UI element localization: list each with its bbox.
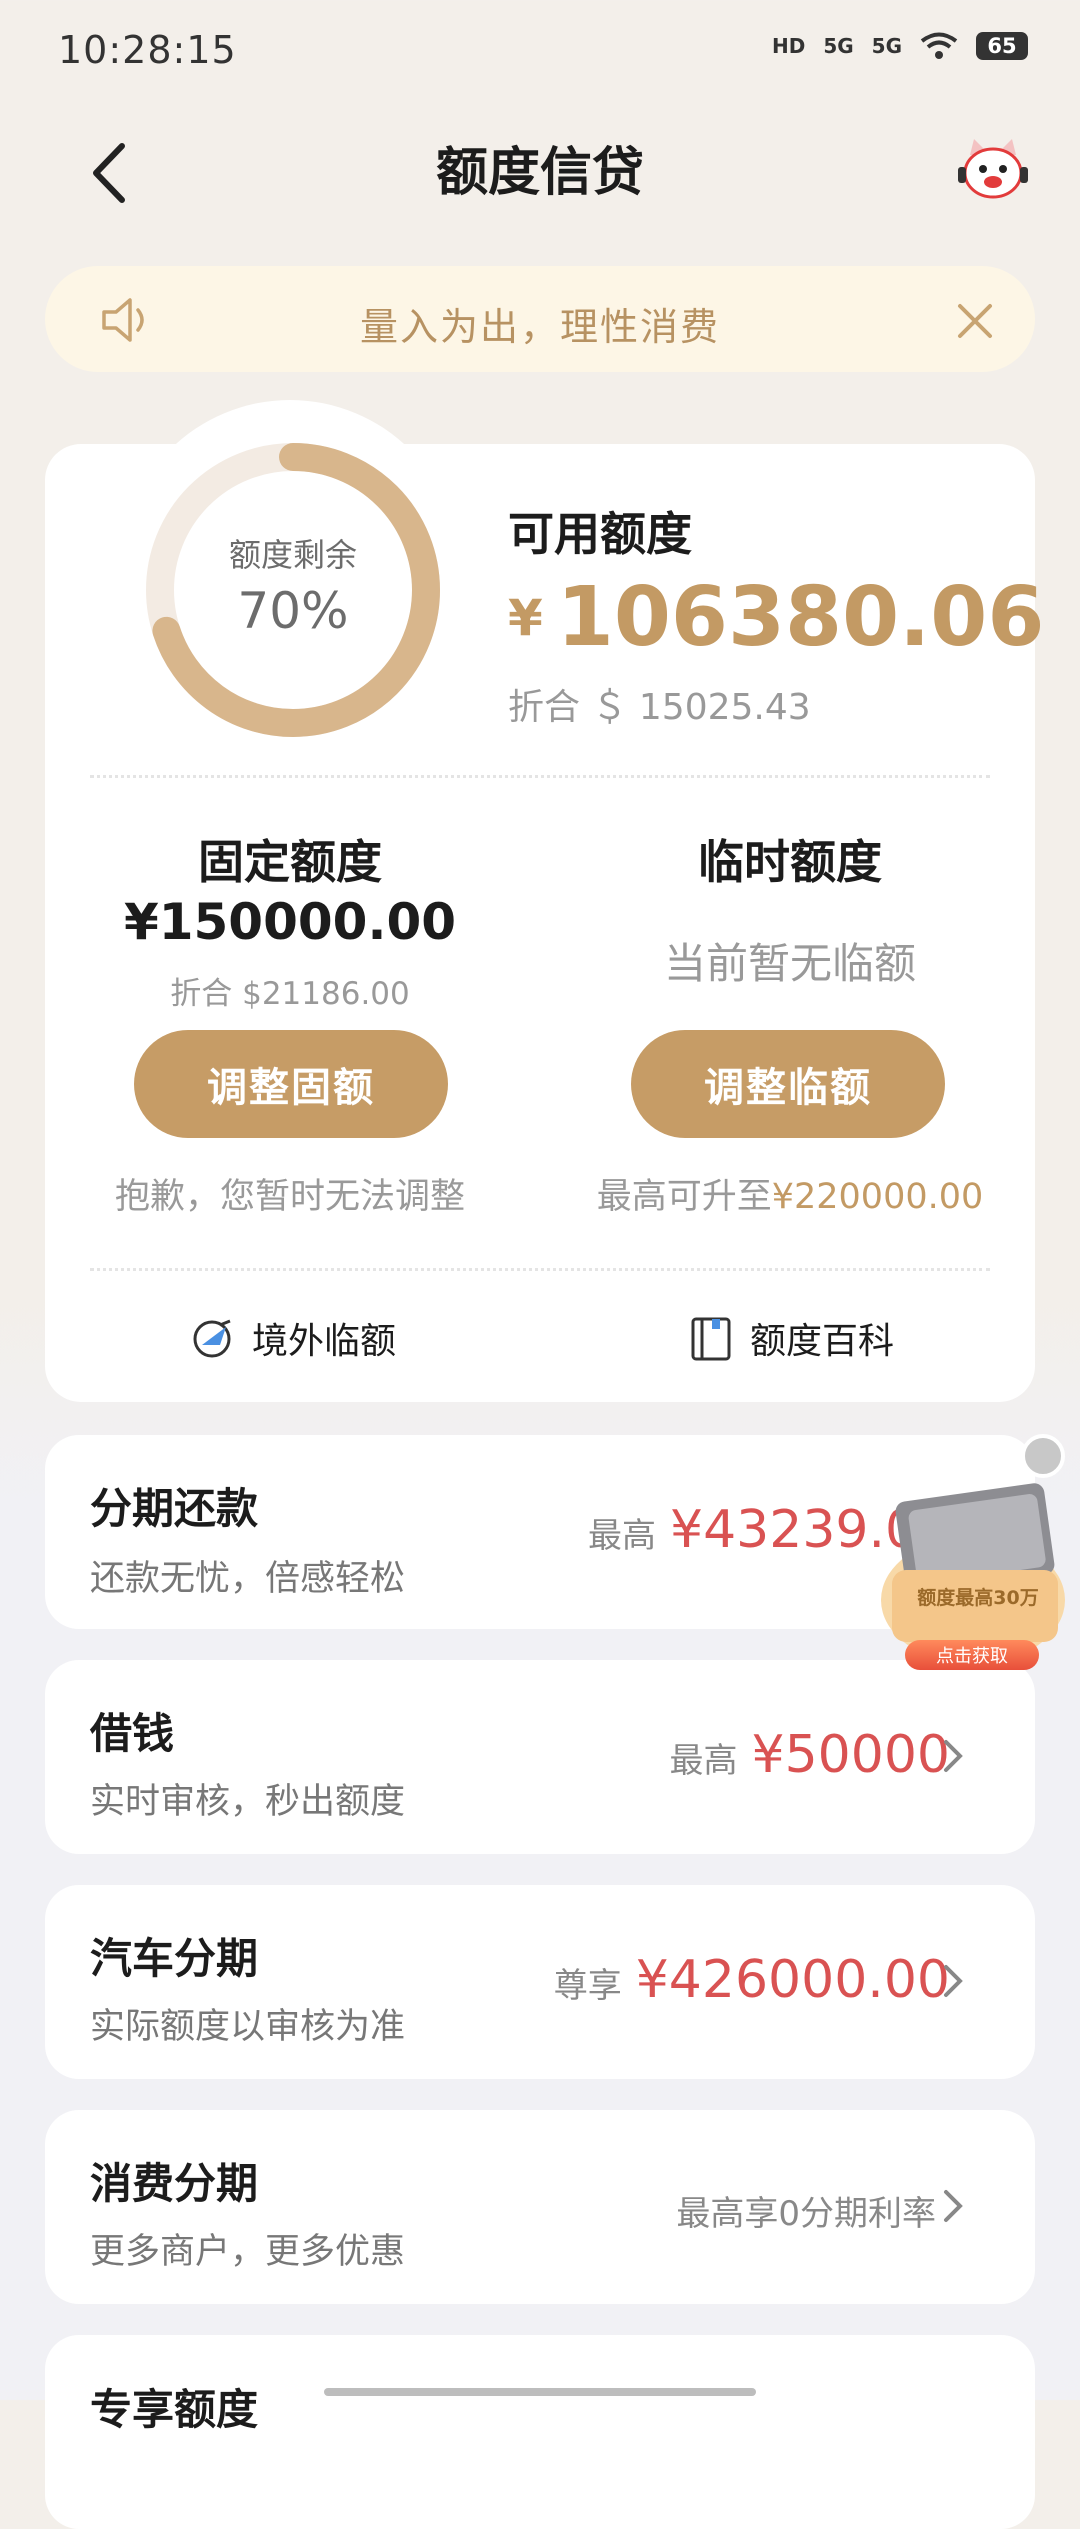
fixed-quota-amount: ¥150000.00 bbox=[123, 893, 457, 951]
product-title: 借钱 bbox=[90, 1709, 175, 1758]
product-title: 消费分期 bbox=[90, 2159, 259, 2208]
currency-symbol: ¥ bbox=[508, 589, 543, 647]
wifi-icon bbox=[920, 32, 958, 59]
product-subtitle: 实时审核，秒出额度 bbox=[90, 1782, 406, 1822]
chevron-right-icon bbox=[944, 2190, 963, 2222]
chevron-right-icon bbox=[944, 1965, 963, 1997]
close-icon[interactable] bbox=[950, 296, 1000, 346]
value-amount: ¥426000.00 bbox=[635, 1950, 950, 2010]
signal-icon: 5G bbox=[823, 34, 854, 58]
temporary-quota-status: 当前暂无临额 bbox=[663, 939, 916, 988]
product-subtitle: 更多商户，更多优惠 bbox=[90, 2232, 406, 2272]
product-title: 汽车分期 bbox=[90, 1934, 259, 1983]
product-title: 专享额度 bbox=[90, 2385, 259, 2434]
value-amount: ¥50000 bbox=[751, 1725, 950, 1785]
value-prefix: 尊享 bbox=[553, 1966, 622, 2006]
hd-indicator: HD bbox=[771, 34, 806, 58]
chevron-right-icon bbox=[944, 1740, 963, 1772]
product-value: 最高 ¥50000 bbox=[669, 1725, 950, 1785]
signal-icon: 5G bbox=[871, 34, 902, 58]
temporary-note-prefix: 最高可升至 bbox=[596, 1177, 772, 1217]
book-icon bbox=[691, 1317, 731, 1361]
battery-icon: 65 bbox=[976, 32, 1028, 60]
product-title: 分期还款 bbox=[90, 1484, 259, 1533]
product-value: 最高享0分期利率 bbox=[676, 2186, 950, 2235]
available-quota-label: 可用额度 bbox=[508, 507, 692, 561]
temporary-quota-note: 最高可升至¥220000.00 bbox=[545, 1168, 1035, 1219]
adjust-temporary-quota-button[interactable]: 调整临额 bbox=[631, 1030, 945, 1138]
fixed-quota-usd: 折合 $21186.00 bbox=[170, 976, 410, 1012]
status-icons: HD 5G 5G 65 bbox=[772, 32, 1028, 60]
fixed-quota-title: 固定额度 bbox=[198, 835, 382, 889]
available-quota-usd: 折合 ＄ 15025.43 bbox=[508, 687, 811, 728]
adjust-fixed-quota-button[interactable]: 调整固额 bbox=[134, 1030, 448, 1138]
promo-get-button[interactable]: 点击获取 bbox=[905, 1640, 1039, 1670]
available-amount-value: 106380.06 bbox=[556, 570, 1045, 665]
home-indicator[interactable] bbox=[324, 2388, 756, 2396]
overseas-temporary-quota-link[interactable]: 境外临额 bbox=[190, 1312, 396, 1364]
quota-wiki-link[interactable]: 额度百科 bbox=[688, 1312, 894, 1364]
temporary-note-amount: ¥220000.00 bbox=[771, 1177, 984, 1217]
product-value: 尊享 ¥426000.00 bbox=[554, 1950, 950, 2010]
page-title: 额度信贷 bbox=[435, 143, 644, 203]
overseas-link-label: 境外临额 bbox=[252, 1321, 397, 1362]
product-subtitle: 实际额度以审核为准 bbox=[90, 2007, 406, 2047]
status-time: 10:28:15 bbox=[58, 28, 237, 72]
value-prefix: 最高 bbox=[669, 1741, 738, 1781]
customer-service-mascot-icon[interactable] bbox=[956, 135, 1030, 201]
available-quota-amount: ¥106380.06 bbox=[508, 570, 1044, 665]
product-subtitle: 还款无忧，倍感轻松 bbox=[90, 1559, 406, 1599]
divider bbox=[90, 1268, 990, 1271]
promo-close-icon[interactable] bbox=[1021, 1434, 1065, 1478]
banner-text: 量入为出，理性消费 bbox=[359, 305, 720, 349]
wiki-link-label: 额度百科 bbox=[750, 1321, 895, 1362]
promo-caption: 额度最高30万 bbox=[917, 1587, 1039, 1609]
fixed-quota-note: 抱歉，您暂时无法调整 bbox=[114, 1177, 465, 1217]
ring-label: 额度剩余 bbox=[228, 536, 357, 574]
ring-percent: 70% bbox=[237, 582, 349, 640]
divider bbox=[90, 775, 990, 778]
temporary-quota-title: 临时额度 bbox=[698, 835, 882, 889]
plane-globe-icon bbox=[193, 1319, 231, 1358]
value-prefix: 最高 bbox=[588, 1516, 656, 1556]
value-prefix: 最高享0分期利率 bbox=[676, 2194, 936, 2234]
